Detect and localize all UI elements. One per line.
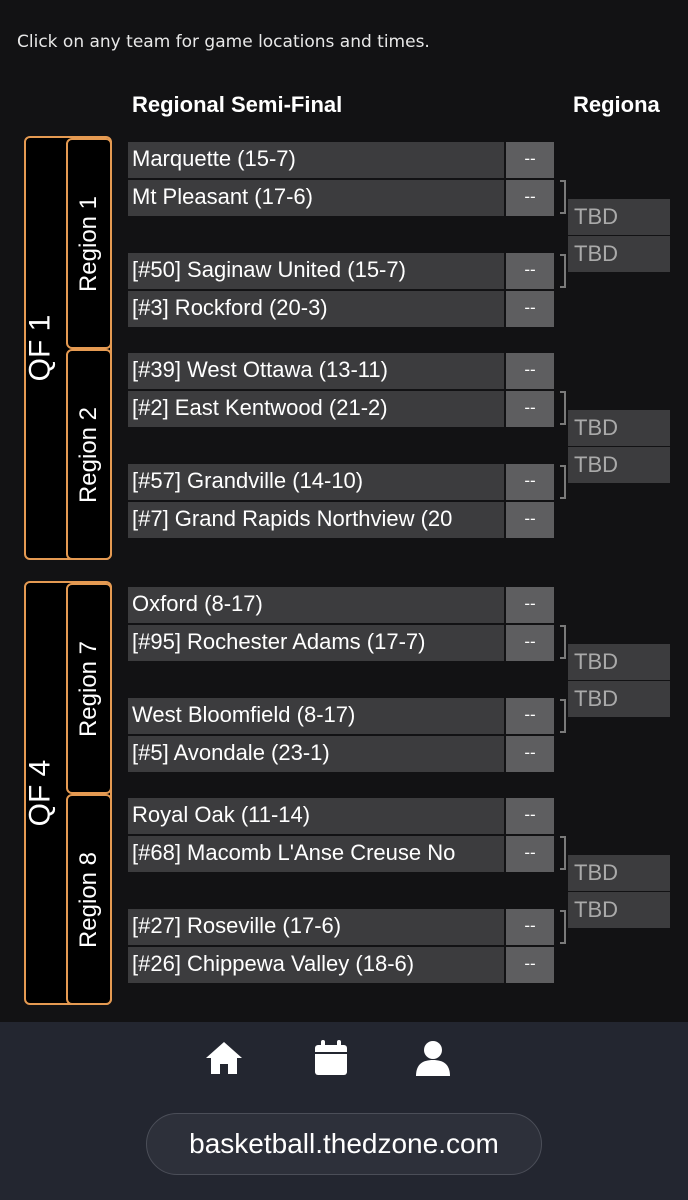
home-icon[interactable] [204, 1038, 244, 1078]
team-score: -- [506, 502, 554, 538]
regional-final-slot[interactable]: TBD [568, 681, 670, 717]
team-name: West Bloomfield (8-17) [128, 698, 504, 734]
team-score: -- [506, 947, 554, 983]
team-row[interactable]: [#57] Grandville (14-10) -- [128, 464, 554, 500]
regional-final-slot[interactable]: TBD [568, 199, 670, 235]
team-row[interactable]: [#27] Roseville (17-6) -- [128, 909, 554, 945]
team-name: [#39] West Ottawa (13-11) [128, 353, 504, 389]
region-label-box: Region 1 [66, 138, 112, 349]
bracket-connector [560, 391, 566, 425]
team-score: -- [506, 736, 554, 772]
team-score: -- [506, 291, 554, 327]
column-header-regional-final: Regiona [573, 92, 660, 117]
team-score: -- [506, 391, 554, 427]
team-row[interactable]: [#50] Saginaw United (15-7) -- [128, 253, 554, 289]
team-name: [#27] Roseville (17-6) [128, 909, 504, 945]
team-row[interactable]: [#95] Rochester Adams (17-7) -- [128, 625, 554, 661]
regional-final-slot[interactable]: TBD [568, 447, 670, 483]
calendar-icon[interactable] [311, 1038, 351, 1078]
team-score: -- [506, 253, 554, 289]
bracket-viewport[interactable]: Click on any team for game locations and… [0, 0, 688, 1022]
team-score: -- [506, 625, 554, 661]
team-name: [#2] East Kentwood (21-2) [128, 391, 504, 427]
team-name: Royal Oak (11-14) [128, 798, 504, 834]
team-name: [#5] Avondale (23-1) [128, 736, 504, 772]
regional-final-slot[interactable]: TBD [568, 644, 670, 680]
quarterfinal-label: QF 1 [20, 136, 60, 560]
bracket-connector [560, 625, 566, 659]
team-name: [#7] Grand Rapids Northview (20 [128, 502, 504, 538]
team-row[interactable]: West Bloomfield (8-17) -- [128, 698, 554, 734]
regional-final-slot[interactable]: TBD [568, 410, 670, 446]
quarterfinal-label-text: QF 1 [23, 314, 56, 382]
bracket-connector [560, 836, 566, 870]
user-icon[interactable] [413, 1038, 453, 1078]
region-label: Region 8 [75, 851, 103, 948]
instruction-text: Click on any team for game locations and… [17, 32, 430, 52]
team-name: Mt Pleasant (17-6) [128, 180, 504, 216]
team-score: -- [506, 353, 554, 389]
bracket-connector [560, 254, 566, 288]
team-row[interactable]: [#26] Chippewa Valley (18-6) -- [128, 947, 554, 983]
bracket-connector [560, 180, 566, 214]
team-row[interactable]: [#3] Rockford (20-3) -- [128, 291, 554, 327]
url-bar[interactable]: basketball.thedzone.com [146, 1113, 542, 1175]
quarterfinal-label: QF 4 [20, 581, 60, 1005]
team-row[interactable]: Royal Oak (11-14) -- [128, 798, 554, 834]
region-label-box: Region 7 [66, 583, 112, 794]
column-header-semi-final: Regional Semi-Final [132, 92, 343, 117]
team-row[interactable]: [#7] Grand Rapids Northview (20 -- [128, 502, 554, 538]
team-row[interactable]: Marquette (15-7) -- [128, 142, 554, 178]
team-row[interactable]: Mt Pleasant (17-6) -- [128, 180, 554, 216]
team-row[interactable]: [#39] West Ottawa (13-11) -- [128, 353, 554, 389]
region-label-box: Region 2 [66, 349, 112, 560]
team-score: -- [506, 798, 554, 834]
regional-final-slot[interactable]: TBD [568, 855, 670, 891]
region-label: Region 2 [75, 406, 103, 503]
team-row[interactable]: [#2] East Kentwood (21-2) -- [128, 391, 554, 427]
team-name: Marquette (15-7) [128, 142, 504, 178]
region-label-box: Region 8 [66, 794, 112, 1005]
team-row[interactable]: [#5] Avondale (23-1) -- [128, 736, 554, 772]
team-score: -- [506, 142, 554, 178]
team-name: [#95] Rochester Adams (17-7) [128, 625, 504, 661]
team-score: -- [506, 836, 554, 872]
team-score: -- [506, 464, 554, 500]
bracket-connector [560, 699, 566, 733]
region-label: Region 1 [75, 195, 103, 292]
team-name: [#26] Chippewa Valley (18-6) [128, 947, 504, 983]
regional-final-slot[interactable]: TBD [568, 236, 670, 272]
team-row[interactable]: Oxford (8-17) -- [128, 587, 554, 623]
team-name: [#57] Grandville (14-10) [128, 464, 504, 500]
region-label: Region 7 [75, 640, 103, 737]
team-score: -- [506, 587, 554, 623]
team-name: [#3] Rockford (20-3) [128, 291, 504, 327]
team-row[interactable]: [#68] Macomb L'Anse Creuse No -- [128, 836, 554, 872]
bracket-connector [560, 465, 566, 499]
team-name: [#50] Saginaw United (15-7) [128, 253, 504, 289]
regional-final-slot[interactable]: TBD [568, 892, 670, 928]
team-name: [#68] Macomb L'Anse Creuse No [128, 836, 504, 872]
quarterfinal-label-text: QF 4 [23, 759, 56, 827]
bracket-connector [560, 910, 566, 944]
team-score: -- [506, 180, 554, 216]
team-name: Oxford (8-17) [128, 587, 504, 623]
team-score: -- [506, 698, 554, 734]
team-score: -- [506, 909, 554, 945]
